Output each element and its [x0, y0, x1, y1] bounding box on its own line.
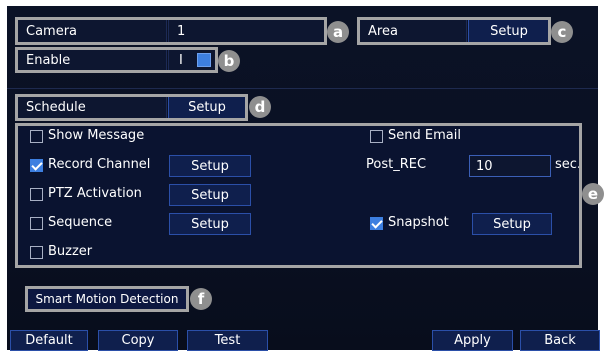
apply-button[interactable]: Apply	[432, 330, 513, 351]
callout-badge-e: e	[582, 183, 604, 205]
test-button[interactable]: Test	[187, 330, 268, 351]
back-button[interactable]: Back	[520, 330, 600, 351]
callout-badge-f: f	[190, 288, 212, 310]
divider	[7, 88, 598, 89]
callout-frame-e	[15, 123, 582, 268]
callout-frame-a	[15, 17, 327, 45]
default-button[interactable]: Default	[10, 330, 88, 351]
callout-badge-c: c	[551, 21, 573, 43]
callout-frame-b	[15, 47, 218, 73]
copy-button[interactable]: Copy	[98, 330, 178, 351]
callout-frame-c	[357, 17, 551, 45]
callout-badge-b: b	[218, 50, 240, 72]
callout-badge-a: a	[327, 21, 349, 43]
callout-frame-d	[15, 94, 248, 121]
callout-badge-d: d	[249, 96, 271, 118]
callout-frame-f	[25, 286, 189, 312]
